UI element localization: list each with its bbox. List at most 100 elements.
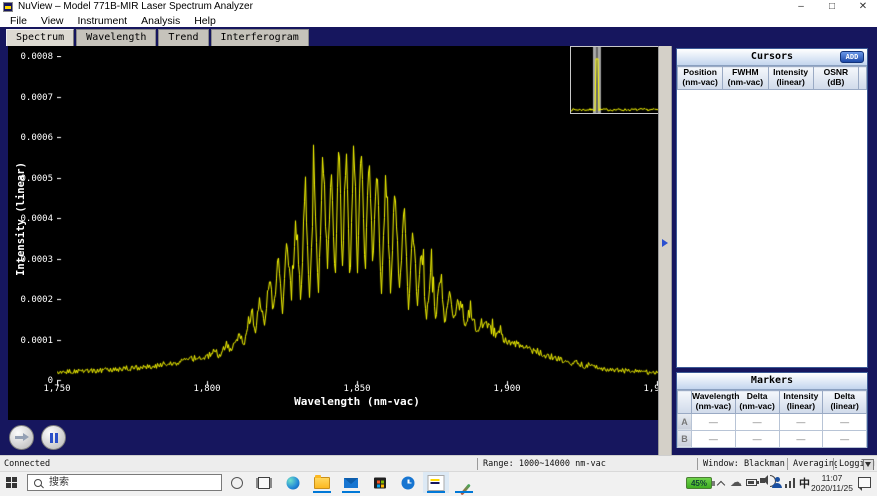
spectrum-plot[interactable] — [57, 56, 658, 387]
window-title: NuView – Model 771B-MIR Laser Spectrum A… — [18, 1, 253, 12]
markers-col-header: Delta(linear) — [823, 391, 867, 414]
taskbar-clock[interactable]: 11:07 2020/11/25 — [810, 473, 854, 494]
menu-help[interactable]: Help — [187, 15, 223, 27]
volume-icon[interactable] — [760, 478, 765, 483]
x-tick-label: 1,850 — [335, 384, 379, 394]
logging-status: Logging — [833, 458, 877, 470]
maximize-button[interactable]: □ — [824, 0, 840, 13]
add-cursor-button[interactable]: ADD — [840, 51, 864, 63]
time-text: 11:07 — [810, 473, 854, 483]
pause-icon — [50, 433, 53, 443]
menu-instrument[interactable]: Instrument — [71, 15, 135, 27]
tab-bar: SpectrumWavelengthTrendInterferogram — [0, 27, 877, 46]
markers-title: Markers — [751, 375, 793, 386]
mail-button[interactable] — [338, 472, 364, 493]
marker-cell: — — [823, 430, 867, 447]
full-span-minimap[interactable] — [570, 46, 660, 114]
cortana-button[interactable] — [224, 472, 250, 493]
tab-interferogram[interactable]: Interferogram — [211, 29, 309, 46]
cursors-col-spare — [859, 67, 867, 90]
marker-cell: — — [823, 413, 867, 430]
y-tick-label: 0.0002 — [0, 295, 53, 305]
y-tick-label: 0.0001 — [0, 336, 53, 346]
edge-browser-button[interactable] — [280, 472, 306, 493]
markers-col-header: Intensity(linear) — [779, 391, 823, 414]
tab-spectrum[interactable]: Spectrum — [6, 29, 74, 46]
y-tick-label: 0.0007 — [0, 93, 53, 103]
hidden-icons-chevron[interactable] — [718, 480, 725, 487]
taskbar-search-input[interactable]: 搜索 — [27, 474, 222, 491]
start-button[interactable] — [6, 477, 18, 489]
people-icon[interactable] — [772, 477, 782, 488]
search-placeholder: 搜索 — [49, 475, 69, 491]
cursors-col-header: FWHM(nm-vac) — [723, 67, 768, 90]
nuview-app-button[interactable] — [423, 472, 449, 493]
action-center-icon[interactable] — [858, 477, 871, 488]
network-signal-icon[interactable] — [785, 478, 796, 488]
cursors-col-header: Intensity(linear) — [768, 67, 813, 90]
battery-widget[interactable]: 45% — [686, 477, 712, 489]
marker-cell: — — [735, 413, 779, 430]
marker-row-label[interactable]: B — [678, 430, 692, 447]
marker-cell: — — [692, 413, 736, 430]
y-tick-label: 0.0005 — [0, 174, 53, 184]
menu-analysis[interactable]: Analysis — [134, 15, 187, 27]
pause-button[interactable] — [41, 425, 66, 450]
x-tick-label: 1,800 — [185, 384, 229, 394]
title-bar: NuView – Model 771B-MIR Laser Spectrum A… — [0, 0, 877, 15]
marker-row-a: A———— — [678, 413, 867, 430]
cortana-icon — [231, 477, 243, 489]
markers-panel: Markers Wavelength(nm-vac)Delta(nm-vac)I… — [676, 372, 868, 448]
y-tick-label: 0.0008 — [0, 52, 53, 62]
cursors-col-header: Position(nm-vac) — [678, 67, 723, 90]
markers-col-header: Wavelength(nm-vac) — [692, 391, 736, 414]
menu-view[interactable]: View — [34, 15, 71, 27]
sketch-pen-icon — [460, 483, 471, 495]
menu-file[interactable]: File — [3, 15, 34, 27]
menu-bar: FileViewInstrumentAnalysisHelp — [0, 15, 877, 27]
panel-splitter[interactable] — [658, 46, 672, 455]
battery-icon[interactable] — [746, 479, 757, 486]
store-button[interactable] — [367, 472, 393, 493]
cursors-panel-header: Cursors ADD — [677, 49, 867, 66]
cursors-table: Position(nm-vac)FWHM(nm-vac)Intensity(li… — [677, 66, 867, 90]
nuview-app-icon — [428, 475, 445, 491]
file-explorer-button[interactable] — [309, 472, 335, 493]
marker-cell: — — [779, 430, 823, 447]
advance-button[interactable] — [9, 425, 34, 450]
alarms-clock-button[interactable] — [395, 472, 421, 493]
markers-col-header: Delta(nm-vac) — [735, 391, 779, 414]
marker-row-b: B———— — [678, 430, 867, 447]
sketch-app-button[interactable] — [451, 472, 477, 493]
averaging-status: Averaging: Of — [787, 458, 837, 470]
x-tick-label: 1,950 — [635, 384, 679, 394]
markers-panel-header: Markers — [677, 373, 867, 390]
x-tick-label: 1,750 — [35, 384, 79, 394]
tab-wavelength[interactable]: Wavelength — [76, 29, 156, 46]
y-tick-label: 0.0006 — [0, 133, 53, 143]
app-logo-icon — [3, 2, 13, 12]
cursors-title: Cursors — [751, 51, 793, 62]
marker-row-label[interactable]: A — [678, 413, 692, 430]
marker-cell: — — [735, 430, 779, 447]
mail-icon — [344, 478, 358, 488]
cursors-panel: Cursors ADD Position(nm-vac)FWHM(nm-vac)… — [676, 48, 868, 368]
status-bar: Connected Range: 1000~14000 nm-vac Windo… — [0, 455, 877, 471]
advance-arrow-icon — [15, 436, 23, 439]
connection-status: Connected — [4, 458, 50, 470]
task-view-icon — [258, 477, 270, 489]
y-tick-label: 0.0003 — [0, 255, 53, 265]
minimize-button[interactable]: – — [793, 0, 809, 13]
edge-icon — [287, 476, 300, 489]
markers-col-rowlabel — [678, 391, 692, 414]
cursors-col-header: OSNR(dB) — [813, 67, 858, 90]
close-button[interactable]: ✕ — [855, 0, 871, 13]
marker-cell: — — [692, 430, 736, 447]
markers-table: Wavelength(nm-vac)Delta(nm-vac)Intensity… — [677, 390, 867, 448]
window-function-status: Window: Blackman — [697, 458, 791, 470]
collapse-panel-icon[interactable] — [662, 239, 668, 247]
logging-icon — [863, 459, 874, 470]
tab-trend[interactable]: Trend — [158, 29, 208, 46]
task-view-button[interactable] — [251, 472, 277, 493]
store-icon — [374, 477, 386, 488]
